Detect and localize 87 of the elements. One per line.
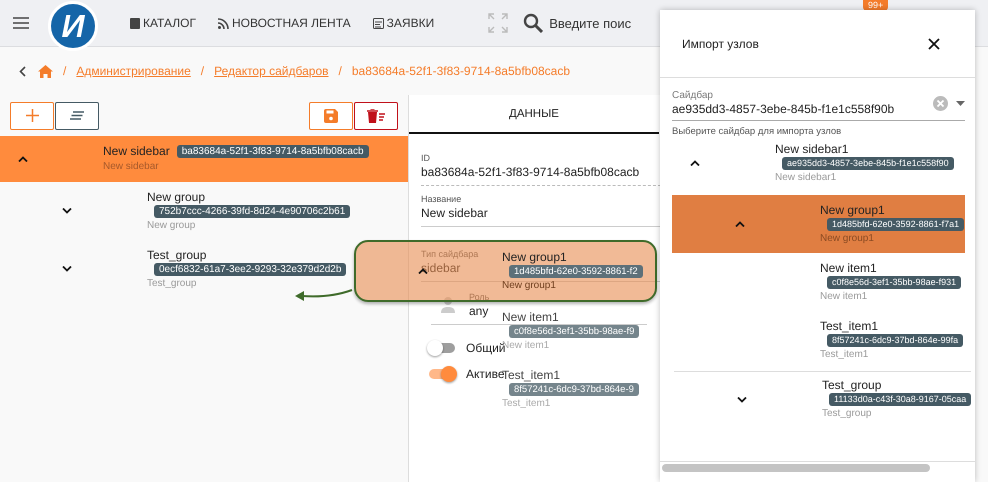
id-tag: 8f57241c-6dc9-37bd-864e-99fa — [827, 334, 964, 346]
node-subtitle: Test_item1 — [502, 396, 550, 410]
node-subtitle: New sidebar1 — [775, 170, 836, 184]
plus-icon — [26, 109, 38, 122]
id-tag: 11133d0a-c43f-30a8-9167-05caa — [829, 393, 972, 406]
home-icon[interactable] — [38, 64, 53, 78]
field-label: Тип сайдбара — [421, 249, 478, 259]
tree-item[interactable]: New item1 c0f8e56d-3ef1-35bb-98ae-f931 New item1 — [672, 253, 965, 311]
lines-icon — [70, 111, 84, 120]
chevron-down-icon[interactable] — [62, 208, 72, 214]
tree-item[interactable]: Test_group 11133d0a-c43f-30a8-9167-05caa Test_group — [674, 371, 972, 427]
sidebar-select[interactable]: Сайдбар ae935dd3-4857-3ebe-845b-f1e1c558f90b — [672, 90, 965, 121]
id-tag: 752b7ccc-4266-39fd-8d24-4e90706c2b61 — [154, 204, 350, 218]
person-icon — [441, 297, 455, 313]
chevron-up-icon[interactable] — [18, 156, 28, 162]
nav-link[interactable]: НОВОСТНАЯ ЛЕНТА — [218, 16, 351, 30]
sort-button[interactable] — [55, 102, 99, 130]
menu-icon[interactable] — [13, 17, 29, 29]
id-tag: c0f8e56d-3ef1-35bb-98ae-f931 — [827, 276, 962, 288]
floppy-icon — [324, 108, 338, 122]
node-subtitle: New sidebar — [103, 160, 159, 174]
chevron-up-icon[interactable] — [690, 160, 700, 166]
node-subtitle: New group1 — [820, 232, 874, 246]
search-icon[interactable] — [523, 13, 544, 33]
node-title: Test_item1 — [820, 318, 878, 334]
dialog-title: Импорт узлов — [682, 36, 759, 50]
id-tag: 1d485bfd-62e0-3592-8861-f2 — [509, 264, 643, 278]
node-title: Test_group — [822, 378, 882, 393]
toggle-switch[interactable] — [429, 369, 455, 379]
form-icon — [372, 18, 384, 28]
book-icon — [130, 18, 140, 28]
trash-icon — [367, 108, 385, 122]
node-title: New sidebar1 — [775, 142, 848, 156]
field-label: Название — [421, 194, 462, 204]
tree-item[interactable]: Test_item1 8f57241c-6dc9-37bd-864e-99fa Test_item1 — [672, 311, 965, 369]
save-button[interactable] — [309, 102, 353, 130]
node-title: New group — [147, 190, 206, 204]
chevron-down-icon[interactable] — [737, 396, 747, 402]
id-tag: c0f8e56d-3ef1-35bb-98ae-f9 — [509, 324, 640, 338]
breadcrumb-separator: / — [338, 64, 342, 78]
toggle-switch[interactable] — [429, 343, 455, 353]
chevron-down-icon[interactable] — [62, 266, 72, 272]
node-subtitle: New item1 — [820, 290, 868, 304]
tree-item[interactable]: New sidebar ba83684a-52f1-3f83-9714-8a5bfb08cacb New sidebar — [0, 136, 408, 182]
tree-item[interactable]: New group 752b7ccc-4266-39fd-8d24-4e90706c2b61 New group — [0, 182, 408, 240]
node-title: New item1 — [502, 310, 559, 324]
tree-item[interactable]: Test_group 0ecf6832-61a7-3ee2-9293-32e379d2d2b Test_group — [0, 240, 408, 298]
breadcrumb-separator: / — [200, 64, 204, 78]
field-label: ID — [421, 153, 431, 163]
logo[interactable]: И — [48, 1, 98, 51]
breadcrumb-current: ba83684a-52f1-3f83-9714-8a5bfb08cacb — [352, 64, 570, 78]
node-title: New sidebar — [103, 144, 170, 159]
node-subtitle: New group1 — [502, 278, 556, 292]
tree-item[interactable]: New sidebar1 ae935dd3-4857-3ebe-845b-f1e1c558f90 New sidebar1 — [672, 137, 965, 189]
field-label: Роль — [469, 292, 490, 302]
breadcrumb-separator: / — [63, 64, 66, 78]
caret-icon[interactable] — [956, 100, 965, 106]
tree-item[interactable]: New group1 1d485bfd-62e0-3592-8861-f7a1 New group1 — [672, 195, 965, 253]
input-field[interactable]: New sidebar — [421, 206, 488, 220]
delete-button[interactable] — [354, 102, 398, 130]
data-tab[interactable]: ДАННЫЕ — [409, 95, 659, 134]
field-value: ba83684a-52f1-3f83-9714-8a5bfb08cacb — [421, 165, 640, 179]
back-icon[interactable] — [19, 66, 26, 76]
id-tag: 8f57241c-6dc9-37bd-864e-9 — [509, 382, 639, 396]
node-subtitle: Test_group — [822, 407, 872, 421]
node-title: New group1 — [820, 202, 885, 218]
nav-link[interactable]: ЗАЯВКИ — [372, 16, 434, 30]
node-title: Test_group — [147, 248, 206, 262]
rss-icon — [218, 18, 229, 28]
node-subtitle: Test_group — [147, 276, 196, 290]
node-title: New group1 — [502, 250, 567, 264]
node-title: New item1 — [820, 260, 877, 276]
id-tag: 1d485bfd-62e0-3592-8861-f7a1 — [827, 218, 964, 230]
scrollbar-thumb[interactable] — [662, 464, 930, 472]
helper-text: Выберите сайдбар для импорта узлов — [672, 126, 842, 137]
node-subtitle: New group — [147, 218, 196, 232]
chevron-up-icon[interactable] — [735, 221, 745, 227]
search-field[interactable]: Введите поис — [549, 13, 646, 33]
notification-badge: 99+ — [863, 0, 888, 11]
node-subtitle: Test_item1 — [820, 348, 868, 362]
nav-link[interactable]: КАТАЛОГ — [130, 16, 196, 30]
close-icon[interactable] — [928, 38, 940, 50]
id-tag: ae935dd3-4857-3ebe-845b-f1e1c558f90 — [782, 156, 954, 170]
id-tag: ba83684a-52f1-3f83-9714-8a5bfb08cacb — [176, 145, 369, 158]
input-field[interactable]: any — [469, 304, 490, 318]
id-tag: 0ecf6832-61a7-3ee2-9293-32e379d2d2b — [154, 262, 346, 276]
curved-arrow — [295, 289, 352, 301]
